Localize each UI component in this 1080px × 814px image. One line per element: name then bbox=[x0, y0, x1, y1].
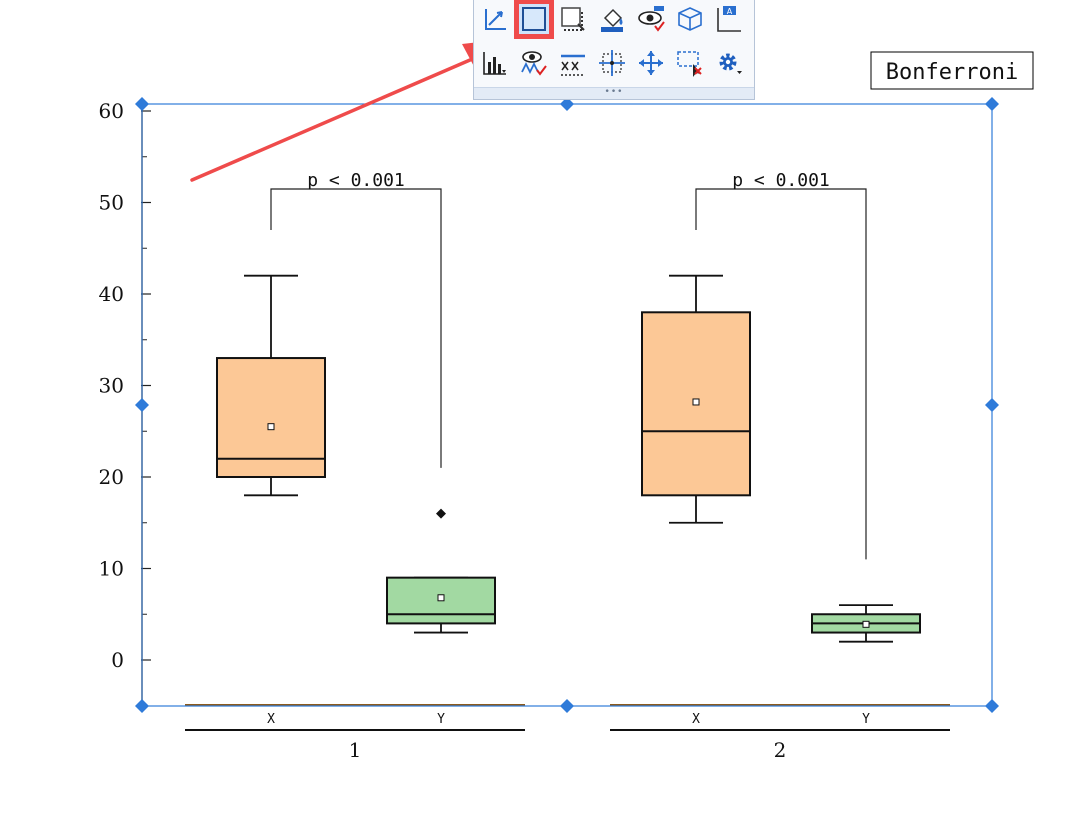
crosshair-grid-icon bbox=[599, 50, 625, 76]
axis-break-button[interactable] bbox=[558, 48, 588, 78]
column-plot-icon bbox=[483, 52, 506, 75]
mean-marker bbox=[862, 620, 870, 628]
show-data-button[interactable] bbox=[519, 48, 549, 78]
box-2-Y bbox=[811, 604, 921, 643]
group-label: 2 bbox=[774, 738, 787, 762]
show-data-icon bbox=[521, 51, 547, 76]
p-value-label: p < 0.001 bbox=[307, 170, 405, 191]
box-1-X bbox=[216, 274, 326, 497]
box-1-Y bbox=[386, 508, 496, 634]
show-hide-button[interactable] bbox=[636, 4, 666, 34]
resize-handle[interactable] bbox=[135, 398, 149, 412]
3d-cube-button[interactable] bbox=[675, 4, 705, 34]
text-label-button[interactable]: A bbox=[714, 4, 744, 34]
resize-handle[interactable] bbox=[985, 398, 999, 412]
toolbar-grip[interactable]: ••• bbox=[474, 87, 754, 99]
arrow-shaft bbox=[190, 58, 472, 182]
x-tick-label: Y bbox=[862, 712, 870, 727]
move-button[interactable] bbox=[636, 48, 666, 78]
box-2-X bbox=[641, 274, 751, 524]
tutorial-arrow bbox=[190, 38, 514, 182]
move-icon bbox=[639, 51, 663, 75]
region-select-icon bbox=[677, 51, 702, 77]
settings-gear-icon bbox=[719, 53, 742, 74]
settings-gear-button[interactable] bbox=[714, 48, 744, 78]
box-plot-chart[interactable]: 0102030405060 p < 0.001 p < 0.001 X Y1X Y2 … bbox=[0, 0, 1080, 814]
mean-marker bbox=[267, 423, 275, 431]
y-tick-label: 20 bbox=[99, 465, 124, 489]
resize-handle[interactable] bbox=[985, 97, 999, 111]
y-tick-label: 0 bbox=[111, 648, 124, 672]
fill-color-icon bbox=[601, 8, 623, 32]
resize-handle[interactable] bbox=[135, 699, 149, 713]
axis-break-icon bbox=[561, 54, 585, 76]
axis-icon bbox=[485, 9, 506, 30]
plot-area-frame-icon bbox=[522, 7, 546, 31]
svg-text:A: A bbox=[727, 7, 733, 16]
significance-brackets: p < 0.001 p < 0.001 bbox=[270, 170, 867, 560]
y-tick-label: 10 bbox=[99, 557, 124, 581]
box-series bbox=[216, 274, 921, 643]
graph-toolbar: A ••• bbox=[473, 0, 755, 100]
layer-frame-button[interactable] bbox=[558, 4, 588, 34]
show-hide-icon bbox=[638, 6, 665, 32]
p-value-label: p < 0.001 bbox=[732, 170, 830, 191]
column-plot-button[interactable] bbox=[480, 48, 510, 78]
x-tick-label: X bbox=[692, 712, 700, 727]
layer-frame-icon bbox=[561, 7, 585, 31]
mean-marker bbox=[437, 594, 445, 602]
plot-area-frame-button[interactable] bbox=[514, 0, 554, 39]
x-tick-label: Y bbox=[437, 712, 445, 727]
resize-handle[interactable] bbox=[985, 699, 999, 713]
y-tick-label: 60 bbox=[99, 99, 124, 123]
y-tick-label: 50 bbox=[99, 191, 124, 215]
bonferroni-label-box[interactable]: Bonferroni bbox=[870, 51, 1034, 90]
group-label: 1 bbox=[349, 738, 362, 762]
crosshair-grid-button[interactable] bbox=[597, 48, 627, 78]
y-tick-label: 30 bbox=[99, 374, 124, 398]
mean-marker bbox=[692, 398, 700, 406]
region-select-button[interactable] bbox=[675, 48, 705, 78]
x-axis: X Y 1 X Y 2 bbox=[185, 704, 950, 762]
resize-handle[interactable] bbox=[560, 699, 574, 713]
outlier-point bbox=[436, 508, 446, 519]
resize-handle[interactable] bbox=[135, 97, 149, 111]
y-tick-label: 40 bbox=[99, 282, 124, 306]
x-tick-label: X bbox=[267, 712, 275, 727]
3d-cube-icon bbox=[678, 7, 702, 31]
fill-color-button[interactable] bbox=[597, 4, 627, 34]
text-label-icon: A bbox=[717, 6, 741, 32]
bonferroni-label: Bonferroni bbox=[886, 60, 1018, 85]
axis-button[interactable] bbox=[480, 4, 510, 34]
